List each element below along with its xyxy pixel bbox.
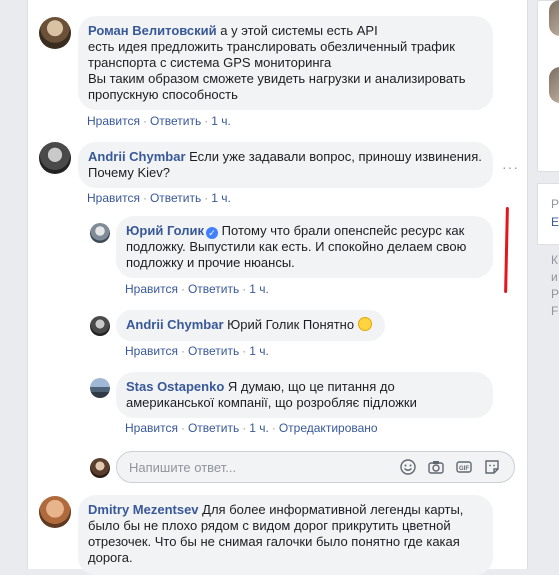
reply-link[interactable]: Ответить — [188, 421, 239, 435]
comment-author[interactable]: Andrii Chymbar — [88, 149, 186, 164]
like-link[interactable]: Нравится — [87, 191, 140, 205]
like-link[interactable]: Нравится — [125, 344, 178, 358]
comment-text: Почему Kiev? — [88, 165, 171, 180]
svg-text:GIF: GIF — [459, 466, 469, 472]
comment-text: транспорта с система GPS мониторинга — [88, 55, 332, 70]
comment-time[interactable]: 1 ч. — [211, 114, 231, 128]
like-link[interactable]: Нравится — [87, 114, 140, 128]
avatar[interactable] — [90, 223, 110, 243]
avatar[interactable] — [90, 378, 110, 398]
comment-text: Если уже задавали вопрос, приношу извине… — [189, 149, 482, 164]
sidebar-text: Р — [551, 197, 559, 211]
current-user-avatar[interactable] — [90, 458, 110, 478]
comment-author[interactable]: Andrii Chymbar — [126, 317, 224, 332]
more-options-icon[interactable]: ··· — [502, 159, 519, 175]
reply-input[interactable]: Напишите ответ... GIF — [116, 451, 515, 483]
sidebar-avatar[interactable] — [549, 67, 559, 103]
avatar[interactable] — [39, 496, 71, 528]
comment-bubble: Dmitry Mezentsev Для более информативной… — [78, 495, 493, 575]
reply-link[interactable]: Ответить — [188, 344, 239, 358]
avatar[interactable] — [39, 17, 71, 49]
avatar[interactable] — [39, 142, 71, 174]
comment-text: пропускную способность — [88, 87, 238, 102]
sidebar-text: К — [551, 253, 558, 267]
comment-text: Вы таким образом сможете увидеть нагрузк… — [88, 71, 466, 86]
comment-actions: Нравится · Ответить · 1 ч. · Отредактировано — [125, 421, 378, 435]
comment-text: Потому что брали опенспейс ресурс как — [221, 223, 465, 238]
sidebar-text: и — [551, 270, 558, 284]
comment-text: отрезочек. Что бы не снимая галочки было… — [88, 534, 460, 549]
comment-actions: Нравится · Ответить · 1 ч. — [125, 282, 269, 296]
comment-text: Я думаю, що це питання до — [227, 379, 395, 394]
sidebar-text: F — [551, 304, 559, 318]
comment-bubble: Роман Велитовский а у этой системы есть … — [78, 16, 493, 110]
comment-bubble: Andrii Chymbar Если уже задавали вопрос,… — [78, 142, 493, 188]
verified-badge-icon: ✓ — [206, 227, 219, 239]
sidebar-card — [537, 183, 559, 245]
comment-text: Юрий Голик Понятно — [227, 317, 355, 332]
comment-author[interactable]: Dmitry Mezentsev — [88, 502, 199, 517]
comment-text: а у этой системы есть API — [220, 23, 378, 38]
comment-author[interactable]: Роман Велитовский — [88, 23, 217, 38]
comment-bubble: Юрий Голик ✓ Потому что брали опенспейс р… — [116, 216, 493, 278]
sidebar-text: Р — [551, 287, 559, 301]
comment-text: подложку. Выпустили как есть. И спокойно… — [126, 239, 467, 254]
comment-time[interactable]: 1 ч. — [249, 344, 269, 358]
comment-text: подложку и прочие нюансы. — [126, 255, 295, 270]
reply-link[interactable]: Ответить — [150, 114, 201, 128]
emoji-icon[interactable] — [399, 458, 417, 476]
sidebar-avatar[interactable] — [549, 0, 559, 36]
camera-icon[interactable] — [427, 458, 445, 476]
sticker-icon[interactable] — [483, 458, 501, 476]
comment-text: было бы не плохо рядом с видом дорог при… — [88, 518, 451, 533]
sidebar-link[interactable]: E — [551, 215, 559, 229]
reply-placeholder: Напишите ответ... — [129, 460, 237, 475]
comment-text: есть идея предложить транслировать обезл… — [88, 39, 455, 54]
comment-author[interactable]: Юрий Голик — [126, 223, 204, 238]
gif-icon[interactable]: GIF — [455, 458, 473, 476]
comment-actions: Нравится · Ответить · 1 ч. — [125, 344, 269, 358]
edited-label[interactable]: Отредактировано — [279, 421, 378, 435]
comment-text: американської компанії, що розробляє під… — [126, 395, 417, 410]
like-link[interactable]: Нравится — [125, 282, 178, 296]
comment-time[interactable]: 1 ч. — [211, 191, 231, 205]
like-link[interactable]: Нравится — [125, 421, 178, 435]
avatar[interactable] — [90, 316, 110, 336]
comment-text: дорога. — [88, 550, 133, 565]
reply-link[interactable]: Ответить — [188, 282, 239, 296]
comment-time[interactable]: 1 ч. — [249, 421, 269, 435]
smile-emoji-icon — [357, 317, 372, 331]
comment-time[interactable]: 1 ч. — [249, 282, 269, 296]
comment-bubble: Stas Ostapenko Я думаю, що це питання до… — [116, 372, 493, 418]
comment-bubble: Andrii Chymbar Юрий Голик Понятно — [116, 310, 385, 341]
comment-text: Для более информативной легенды карты, — [202, 502, 464, 517]
comment-author[interactable]: Stas Ostapenko — [126, 379, 224, 394]
comment-actions: Нравится · Ответить · 1 ч. — [87, 114, 231, 128]
comment-actions: Нравится · Ответить · 1 ч. — [87, 191, 231, 205]
reply-link[interactable]: Ответить — [150, 191, 201, 205]
